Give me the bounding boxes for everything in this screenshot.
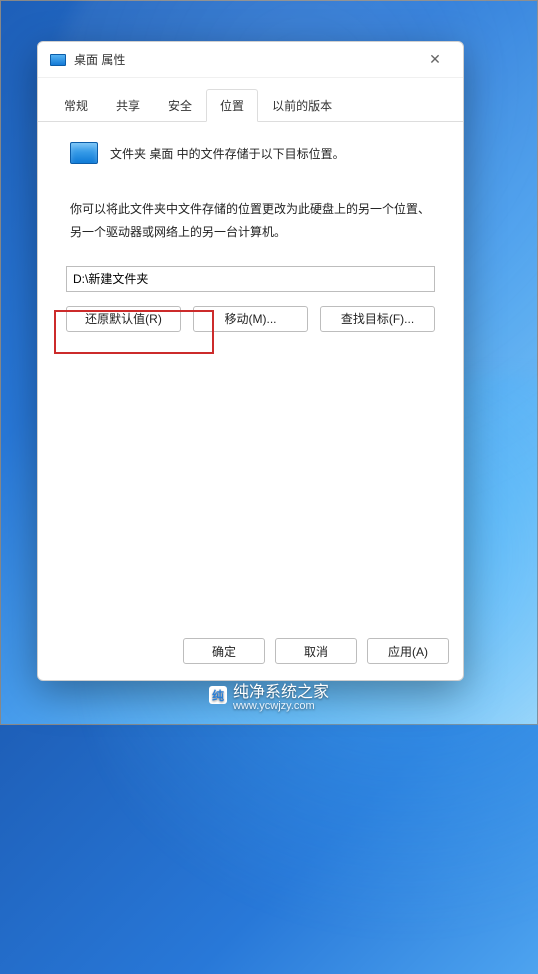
dialog-footer: 确定 取消 应用(A)	[38, 626, 463, 680]
app-icon	[50, 54, 66, 66]
tab-general[interactable]: 常规	[50, 89, 102, 122]
tab-content: 文件夹 桌面 中的文件存储于以下目标位置。 你可以将此文件夹中文件存储的位置更改…	[38, 122, 463, 626]
close-button[interactable]: ✕	[415, 46, 455, 74]
move-button[interactable]: 移动(M)...	[193, 306, 308, 332]
folder-location-label: 文件夹 桌面 中的文件存储于以下目标位置。	[110, 145, 345, 162]
tab-previous-versions[interactable]: 以前的版本	[258, 89, 346, 122]
tab-location[interactable]: 位置	[206, 89, 258, 122]
find-target-button[interactable]: 查找目标(F)...	[320, 306, 435, 332]
ok-button[interactable]: 确定	[183, 638, 265, 664]
folder-icon	[70, 142, 98, 164]
path-input[interactable]	[66, 266, 435, 292]
window-title: 桌面 属性	[74, 51, 125, 68]
apply-button[interactable]: 应用(A)	[367, 638, 449, 664]
tab-sharing[interactable]: 共享	[102, 89, 154, 122]
location-description: 你可以将此文件夹中文件存储的位置更改为此硬盘上的另一个位置、另一个驱动器或网络上…	[70, 198, 435, 244]
tab-security[interactable]: 安全	[154, 89, 206, 122]
titlebar: 桌面 属性 ✕	[38, 42, 463, 78]
tab-strip: 常规 共享 安全 位置 以前的版本	[38, 88, 463, 122]
cancel-button[interactable]: 取消	[275, 638, 357, 664]
restore-defaults-button[interactable]: 还原默认值(R)	[66, 306, 181, 332]
properties-dialog: 桌面 属性 ✕ 常规 共享 安全 位置 以前的版本 文件夹 桌面 中的文件存储于…	[37, 41, 464, 681]
close-icon: ✕	[429, 51, 441, 68]
